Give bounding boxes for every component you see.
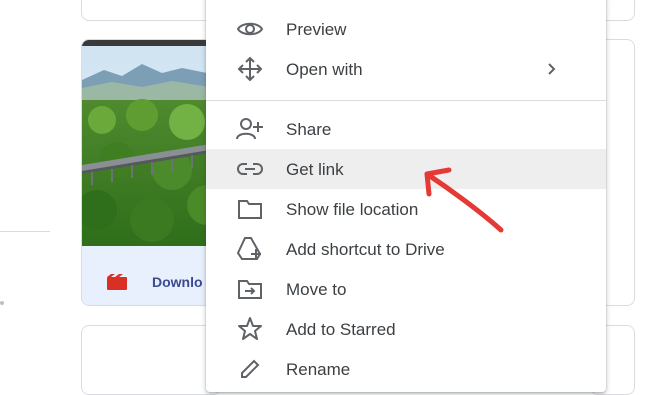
move-arrows-icon (234, 56, 266, 82)
menu-item-label: Open with (286, 60, 363, 79)
menu-item-add-to-starred[interactable]: Add to Starred (206, 309, 606, 349)
menu-item-open-with[interactable]: Open with (206, 49, 606, 89)
folder-move-icon (234, 276, 266, 302)
menu-item-label: Show file location (286, 200, 419, 219)
menu-item-add-shortcut[interactable]: Add shortcut to Drive (206, 229, 606, 269)
link-icon (234, 156, 266, 182)
drive-shortcut-icon (234, 236, 266, 262)
menu-item-rename[interactable]: Rename (206, 349, 606, 389)
menu-item-label: Add to Starred (286, 320, 396, 339)
file-card[interactable] (81, 325, 221, 395)
left-dot (0, 301, 4, 305)
folder-icon (234, 196, 266, 222)
file-card[interactable] (81, 0, 217, 21)
person-add-icon (234, 116, 266, 142)
pencil-icon (234, 356, 266, 382)
menu-item-show-file-location[interactable]: Show file location (206, 189, 606, 229)
menu-item-label: Get link (286, 160, 344, 179)
chevron-right-icon (546, 61, 558, 77)
annotation-arrow-icon (424, 167, 504, 233)
file-name: Downlo (152, 274, 203, 290)
video-file-card[interactable]: Downlo (81, 39, 221, 306)
menu-item-move-to[interactable]: Move to (206, 269, 606, 309)
context-menu: Preview Open with Share Get link Show fi… (206, 0, 606, 392)
video-thumbnail (82, 40, 220, 246)
menu-item-label: Move to (286, 280, 347, 299)
left-divider (0, 231, 50, 232)
menu-item-label: Rename (286, 360, 351, 379)
menu-item-label: Share (286, 120, 332, 139)
video-file-footer: Downlo (82, 246, 220, 305)
star-icon (234, 316, 266, 342)
menu-divider (206, 100, 606, 101)
eye-icon (234, 16, 266, 42)
menu-item-label: Add shortcut to Drive (286, 240, 445, 259)
menu-item-preview[interactable]: Preview (206, 9, 606, 49)
menu-item-get-link[interactable]: Get link (206, 149, 606, 189)
film-icon (107, 274, 127, 290)
menu-item-share[interactable]: Share (206, 109, 606, 149)
menu-item-label: Preview (286, 20, 347, 39)
